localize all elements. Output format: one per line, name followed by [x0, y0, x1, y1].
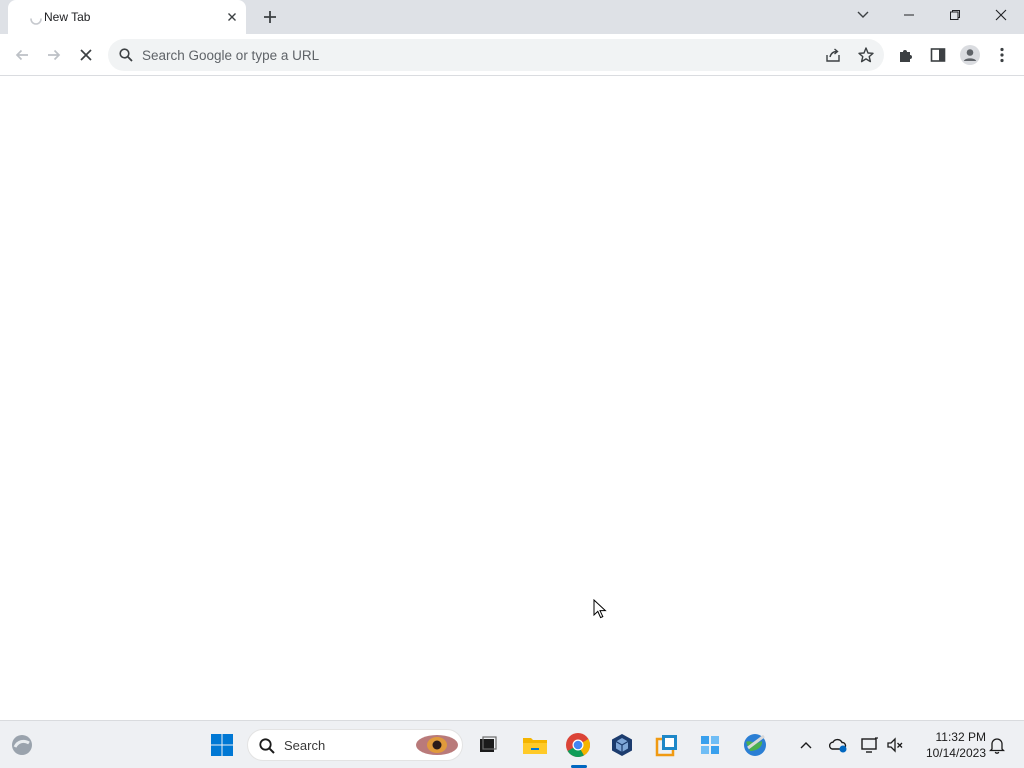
page-content: [0, 77, 1024, 720]
virtualbox-icon[interactable]: [608, 731, 636, 759]
side-panel-icon[interactable]: [926, 43, 950, 67]
network-display-icon[interactable]: [860, 735, 880, 755]
onedrive-cloud-icon[interactable]: [828, 735, 848, 755]
restore-button[interactable]: [932, 0, 978, 30]
mouse-pointer-icon: [593, 598, 607, 619]
system-clock[interactable]: 11:32 PM 10/14/2023: [914, 729, 986, 761]
forward-button[interactable]: [42, 43, 66, 67]
browser-menu-icon[interactable]: [990, 43, 1014, 67]
app-blue-tiles-icon[interactable]: [696, 731, 724, 759]
app-orange-frame-icon[interactable]: [653, 731, 681, 759]
notifications-bell-icon[interactable]: [987, 735, 1007, 755]
browser-toolbar: Search Google or type a URL: [0, 34, 1024, 76]
search-icon: [118, 47, 134, 63]
new-tab-button[interactable]: [258, 6, 282, 28]
clock-time: 11:32 PM: [935, 730, 986, 744]
taskbar: Search 11:32 PM 10/14/2023: [0, 720, 1024, 768]
app-globe-download-icon[interactable]: [741, 731, 769, 759]
task-view-icon[interactable]: [474, 731, 502, 759]
extensions-puzzle-icon[interactable]: [894, 43, 918, 67]
tab-search-chevron-icon[interactable]: [840, 0, 886, 30]
tab-strip: New Tab: [0, 0, 1024, 34]
loading-spinner-icon: [28, 10, 44, 26]
show-hidden-icons-chevron-icon[interactable]: [796, 735, 816, 755]
widgets-weather-icon[interactable]: [8, 731, 36, 759]
profile-avatar-icon[interactable]: [958, 43, 982, 67]
start-windows-icon[interactable]: [208, 731, 236, 759]
back-button[interactable]: [10, 43, 34, 67]
chrome-icon[interactable]: [564, 731, 592, 759]
taskbar-search-label: Search: [284, 738, 326, 753]
stop-loading-button[interactable]: [74, 43, 98, 67]
taskbar-search-box[interactable]: Search: [247, 729, 463, 761]
close-tab-icon[interactable]: [224, 9, 240, 25]
search-icon: [258, 737, 276, 755]
search-highlight-art-icon: [414, 732, 460, 758]
minimize-button[interactable]: [886, 0, 932, 30]
address-bar[interactable]: Search Google or type a URL: [108, 39, 884, 71]
clock-date: 10/14/2023: [925, 746, 986, 760]
tab-title: New Tab: [44, 10, 91, 24]
bookmark-star-icon[interactable]: [857, 46, 875, 64]
address-bar-placeholder: Search Google or type a URL: [142, 48, 320, 63]
volume-muted-icon[interactable]: [885, 735, 905, 755]
file-explorer-icon[interactable]: [521, 731, 549, 759]
close-window-button[interactable]: [978, 0, 1024, 30]
tab-new-tab[interactable]: New Tab: [8, 0, 246, 34]
share-icon[interactable]: [824, 46, 842, 64]
